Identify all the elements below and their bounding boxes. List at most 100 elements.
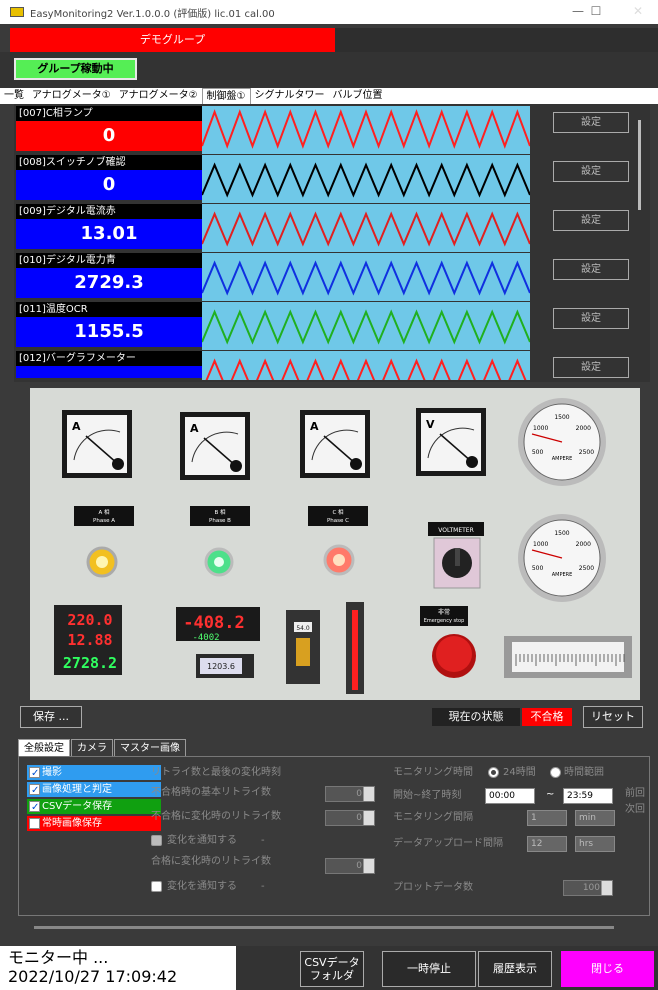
tab-valve-position[interactable]: バルブ位置: [329, 88, 387, 104]
to-ok-retry-spinner[interactable]: 0: [325, 858, 375, 874]
save-button[interactable]: 保存 ...: [20, 706, 82, 728]
round-meter-tick: 1000: [533, 541, 548, 548]
channel-value: [16, 366, 202, 378]
start-time-input[interactable]: 00:00: [485, 788, 535, 804]
channel-settings-button[interactable]: 設定: [553, 308, 629, 329]
csv-folder-button[interactable]: CSVデータ フォルダ: [300, 951, 364, 987]
capture-label: 撮影: [42, 767, 62, 778]
status-text: モニター中 ...: [8, 948, 109, 967]
general-settings-panel: 撮影 画像処理と判定 CSVデータ保存 常時画像保存 リトライ数と最後の変化時刻…: [18, 756, 650, 916]
capture-checkbox[interactable]: 撮影: [27, 765, 161, 781]
svg-text:非常: 非常: [438, 608, 450, 616]
ng-retry-spinner[interactable]: 0: [325, 786, 375, 802]
radio-range[interactable]: [550, 767, 561, 778]
view-tabs: 一覧 アナログメータ① アナログメータ② 制御盤① シグナルタワー バルブ位置: [0, 88, 658, 104]
notify-ng-label: 変化を通知する: [167, 835, 237, 846]
tab-control-panel[interactable]: 制御盤①: [201, 88, 251, 104]
channel-value: 0: [16, 170, 202, 200]
channel-label: [008]スイッチノブ確認: [16, 155, 202, 170]
tab-camera[interactable]: カメラ: [71, 739, 113, 756]
svg-text:Phase B: Phase B: [209, 518, 231, 524]
always-save-image-checkbox[interactable]: 常時画像保存: [27, 816, 161, 831]
round-meter-label: AMPERE: [552, 572, 573, 578]
plot-count-label: プロットデータ数: [393, 882, 473, 893]
to-ng-retry-label: 不合格に変化時のリトライ数: [151, 811, 281, 822]
reset-button[interactable]: リセット: [583, 706, 643, 728]
tab-signal-tower[interactable]: シグナルタワー: [251, 88, 329, 104]
channel-value: 2729.3: [16, 268, 202, 298]
svg-text:12.88: 12.88: [67, 631, 112, 649]
radio-range-label: 時間範囲: [564, 767, 604, 778]
svg-text:Phase C: Phase C: [327, 518, 349, 524]
notify-ok-label: 変化を通知する: [167, 881, 237, 892]
control-panel-svg: A A A V A 相 Phase A B 相 Phase B C 相 Phase C VOLT…: [30, 388, 640, 700]
close-button[interactable]: 閉じる: [561, 951, 654, 987]
pause-button[interactable]: 一時停止: [382, 951, 476, 987]
start-end-label: 開始~終了時刻: [393, 790, 462, 801]
monitor-interval-select[interactable]: 1: [527, 810, 567, 826]
image-process-checkbox[interactable]: 画像処理と判定: [27, 782, 161, 798]
notify-ng-checkbox[interactable]: [151, 835, 162, 846]
group-status-badge: グループ稼動中: [14, 58, 137, 80]
meter-unit-label: V: [426, 418, 435, 431]
group-tab[interactable]: デモグループ: [10, 28, 335, 52]
channel-settings-button[interactable]: 設定: [553, 112, 629, 133]
channel-label: [007]C相ランプ: [16, 106, 202, 121]
window-title: EasyMonitoring2 Ver.1.0.0.0 (評価版) lic.01…: [30, 8, 275, 20]
end-time-input[interactable]: 23:59: [563, 788, 613, 804]
notify-ok-checkbox[interactable]: [151, 881, 162, 892]
tab-analog-2[interactable]: アナログメータ②: [115, 88, 202, 104]
settings-tabs: 全般設定 カメラ マスター画像: [18, 738, 658, 756]
upload-interval-select[interactable]: 12: [527, 836, 567, 852]
svg-text:B 相: B 相: [214, 508, 226, 516]
monitor-interval-unit[interactable]: min: [575, 810, 615, 826]
to-ng-retry-spinner[interactable]: 0: [325, 810, 375, 826]
channel-settings-button[interactable]: 設定: [553, 161, 629, 182]
next-label-cut: 次回: [625, 804, 645, 815]
time-separator: ~: [546, 789, 555, 800]
monitor-interval-label: モニタリング間隔: [393, 812, 473, 823]
upload-interval-unit[interactable]: hrs: [575, 836, 615, 852]
round-meter-tick: 2500: [579, 565, 594, 572]
meter-unit-label: A: [310, 420, 319, 433]
plot-count-spinner[interactable]: 100: [563, 880, 613, 896]
image-process-label: 画像処理と判定: [42, 784, 112, 795]
channel-label: [010]デジタル電力青: [16, 253, 202, 268]
round-meter-tick: 1500: [554, 530, 569, 537]
channel-value: 0: [16, 121, 202, 151]
channel-settings-button[interactable]: 設定: [553, 259, 629, 280]
tab-general-settings[interactable]: 全般設定: [18, 739, 70, 756]
tab-list[interactable]: 一覧: [0, 88, 28, 104]
maximize-button[interactable]: ☐: [586, 4, 606, 18]
svg-text:C 相: C 相: [332, 508, 344, 516]
notify-ok-dash: -: [261, 881, 265, 892]
notify-ng-dash: -: [261, 835, 265, 846]
settings-hscroll[interactable]: [34, 926, 614, 929]
svg-text:54.0: 54.0: [296, 625, 310, 632]
status-box: モニター中 ... 2022/10/27 17:09:42: [0, 946, 236, 990]
close-window-button[interactable]: ✕: [628, 4, 648, 18]
round-meter-tick: 500: [532, 565, 544, 572]
channel-waveform: [201, 302, 531, 350]
channel-settings-button[interactable]: 設定: [553, 357, 629, 378]
round-meter-tick: 1000: [533, 425, 548, 432]
radio-24h[interactable]: [488, 767, 499, 778]
channel-waveform: [201, 155, 531, 203]
round-meter-tick: 500: [532, 449, 544, 456]
channel-waveform: [201, 204, 531, 252]
svg-text:Emergency stop: Emergency stop: [424, 618, 465, 624]
tab-master-image[interactable]: マスター画像: [114, 739, 186, 756]
channel-settings-button[interactable]: 設定: [553, 210, 629, 231]
svg-text:A 相: A 相: [98, 508, 110, 516]
csv-save-checkbox[interactable]: CSVデータ保存: [27, 799, 161, 815]
monitor-scrollbar[interactable]: [638, 120, 641, 210]
history-button[interactable]: 履歴表示: [478, 951, 552, 987]
minimize-button[interactable]: —: [568, 4, 588, 18]
upload-interval-label: データアップロード間隔: [393, 838, 503, 849]
current-state-badge: 不合格: [522, 708, 572, 726]
title-bar: EasyMonitoring2 Ver.1.0.0.0 (評価版) lic.01…: [0, 0, 658, 24]
svg-text:Phase A: Phase A: [93, 518, 115, 524]
status-time: 2022/10/27 17:09:42: [8, 967, 178, 986]
ng-retry-label: 不合格時の基本リトライ数: [151, 787, 271, 798]
tab-analog-1[interactable]: アナログメータ①: [28, 88, 115, 104]
